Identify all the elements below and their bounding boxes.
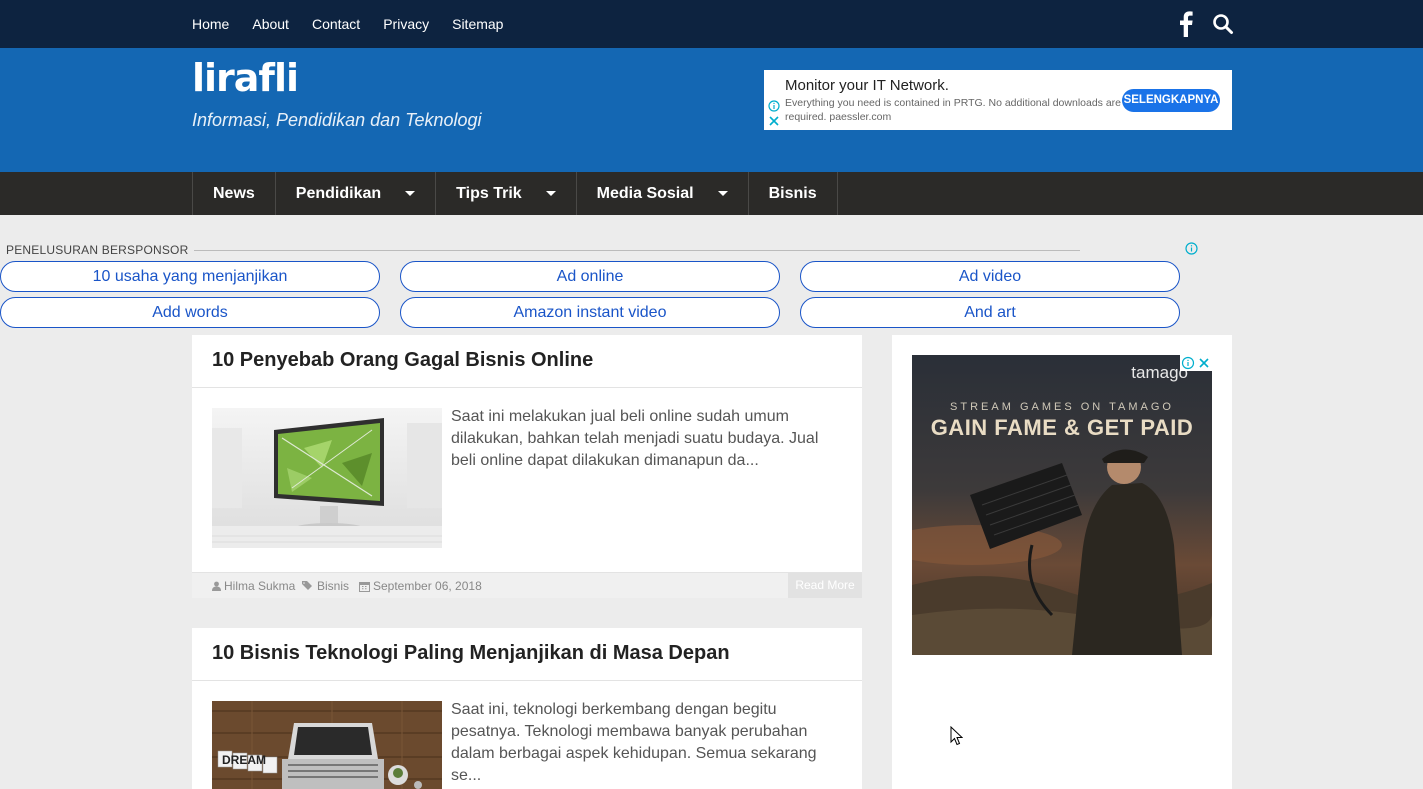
ad-close-icon[interactable]: [768, 114, 780, 126]
nav-item-label: Bisnis: [768, 184, 817, 202]
sidebar: tamago STREAM GAMES ON TAMAGO GAIN FAME …: [892, 335, 1232, 789]
nav-item-label: Tips Trik: [456, 184, 522, 202]
post-thumbnail[interactable]: [212, 408, 442, 548]
sponsored-label: PENELUSURAN BERSPONSOR: [6, 243, 195, 257]
nav-item-media-sosial[interactable]: Media Sosial: [577, 172, 749, 215]
nav-item-label: News: [213, 184, 255, 202]
post-title[interactable]: 10 Penyebab Orang Gagal Bisnis Online: [212, 349, 593, 372]
sponsored-link[interactable]: Ad online: [400, 261, 780, 292]
post-category-label: Bisnis: [317, 579, 350, 593]
post-card: 10 Bisnis Teknologi Paling Menjanjikan d…: [192, 628, 862, 789]
user-icon: [212, 581, 221, 591]
top-nav: Home About Contact Privacy Sitemap: [192, 0, 526, 48]
sponsored-link[interactable]: Ad video: [800, 261, 1180, 292]
nav-item-pendidikan[interactable]: Pendidikan: [276, 172, 437, 215]
top-nav-home[interactable]: Home: [192, 16, 229, 32]
top-icons: [1176, 10, 1234, 38]
post-card: 10 Penyebab Orang Gagal Bisnis Online Sa…: [192, 335, 862, 598]
ad-info-icon[interactable]: [768, 99, 780, 112]
sidebar-ad-subheading: STREAM GAMES ON TAMAGO: [950, 401, 1174, 413]
top-nav-sitemap[interactable]: Sitemap: [452, 16, 503, 32]
post-meta: Hilma Sukma Bisnis September 06, 2018 Re…: [192, 572, 862, 598]
mouse-cursor-icon: [950, 725, 964, 746]
sidebar-ad-badges: [1180, 355, 1212, 371]
top-bar: Home About Contact Privacy Sitemap: [0, 0, 1423, 48]
sponsored-link[interactable]: And art: [800, 297, 1180, 328]
top-nav-contact[interactable]: Contact: [312, 16, 360, 32]
post-title[interactable]: 10 Bisnis Teknologi Paling Menjanjikan d…: [212, 642, 730, 665]
post-author[interactable]: Hilma Sukma: [212, 579, 295, 593]
post-date-text: September 06, 2018: [373, 579, 482, 593]
post-divider: [192, 387, 862, 388]
sponsored-link[interactable]: Amazon instant video: [400, 297, 780, 328]
post-excerpt: Saat ini, teknologi berkembang dengan be…: [451, 701, 817, 784]
post-excerpt: Saat ini melakukan jual beli online suda…: [451, 408, 819, 469]
header-ad-banner[interactable]: Monitor your IT Network. Everything you …: [764, 70, 1232, 130]
top-nav-privacy[interactable]: Privacy: [383, 16, 429, 32]
sidebar-ad[interactable]: tamago STREAM GAMES ON TAMAGO GAIN FAME …: [912, 355, 1212, 655]
read-more-button[interactable]: Read More: [788, 573, 862, 598]
nav-item-label: Pendidikan: [295, 184, 382, 202]
header-ad-cta-button[interactable]: SELENGKAPNYA: [1122, 89, 1220, 112]
site-header: lirafli Informasi, Pendidikan dan Teknol…: [0, 48, 1423, 172]
caret-down-icon: [545, 191, 556, 196]
sponsored-link[interactable]: 10 usaha yang menjanjikan: [0, 261, 380, 292]
ad-close-icon[interactable]: [1196, 355, 1212, 371]
calendar-icon: [359, 581, 370, 592]
tags-icon: [302, 581, 312, 590]
post-thumbnail[interactable]: DREAM: [212, 701, 442, 789]
ad-info-icon[interactable]: [1180, 355, 1196, 371]
nav-item-news[interactable]: News: [193, 172, 276, 215]
post-category[interactable]: Bisnis: [302, 579, 349, 593]
caret-down-icon: [717, 191, 728, 196]
sidebar-ad-headline: GAIN FAME & GET PAID: [930, 415, 1194, 440]
main-nav: News Pendidikan Tips Trik Media Sosial B…: [0, 172, 1423, 215]
thumb-text: DREAM: [222, 753, 266, 767]
nav-item-tips-trik[interactable]: Tips Trik: [436, 172, 577, 215]
post-date: September 06, 2018: [359, 579, 482, 593]
header-ad-title[interactable]: Monitor your IT Network.: [785, 77, 949, 94]
nav-item-label: Media Sosial: [596, 184, 694, 202]
post-divider: [192, 680, 862, 681]
nav-item-bisnis[interactable]: Bisnis: [749, 172, 838, 215]
header-ad-description: Everything you need is contained in PRTG…: [785, 97, 1122, 123]
sponsored-link[interactable]: Add words: [0, 297, 380, 328]
search-icon[interactable]: [1212, 10, 1234, 38]
top-nav-about[interactable]: About: [252, 16, 289, 32]
sponsored-info-icon[interactable]: [1185, 242, 1198, 255]
post-author-name: Hilma Sukma: [224, 579, 296, 593]
site-tagline: Informasi, Pendidikan dan Teknologi: [192, 110, 482, 130]
site-title[interactable]: lirafli: [192, 56, 299, 100]
facebook-icon[interactable]: [1176, 10, 1196, 38]
caret-down-icon: [405, 191, 416, 196]
